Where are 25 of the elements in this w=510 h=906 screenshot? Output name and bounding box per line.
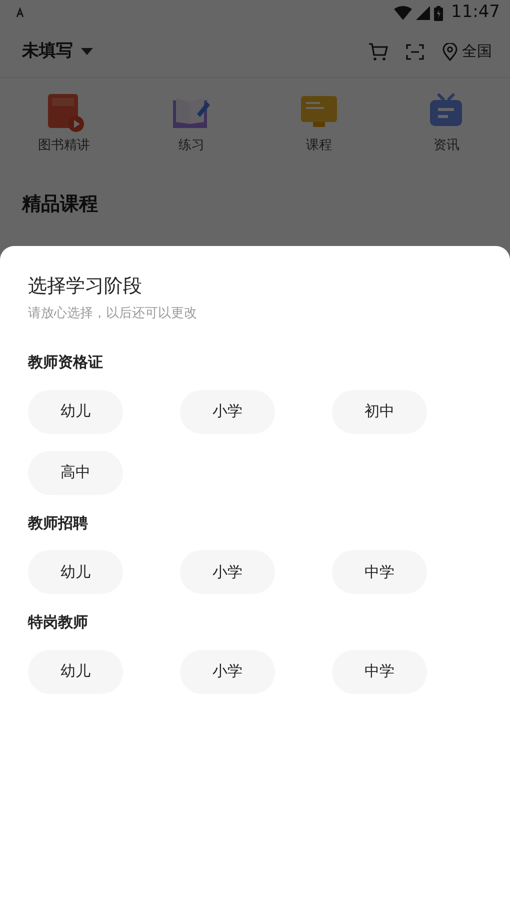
clock-time: 11:47	[451, 1, 500, 24]
stage-option-button[interactable]: 幼儿	[28, 550, 123, 594]
location-pin-icon[interactable]	[442, 42, 458, 60]
stage-option-button[interactable]: 幼儿	[28, 390, 123, 434]
stage-option-button[interactable]: 高中	[28, 450, 123, 494]
signal-icon	[416, 6, 430, 20]
group-title: 教师资格证	[28, 352, 104, 373]
stage-option-button[interactable]: 小学	[180, 650, 275, 694]
sheet-subtitle: 请放心选择，以后还可以更改	[28, 304, 198, 322]
section-title: 精品课程	[20, 192, 99, 216]
wifi-icon	[394, 6, 412, 20]
cart-icon[interactable]	[368, 42, 388, 60]
stage-option-button[interactable]: 中学	[332, 650, 427, 694]
stage-option-button[interactable]: 小学	[180, 550, 275, 594]
stage-option-button[interactable]: 中学	[332, 550, 427, 594]
stage-option-button[interactable]: 初中	[332, 390, 427, 434]
stage-option-button[interactable]: 幼儿	[28, 650, 123, 694]
battery-icon	[434, 6, 443, 20]
scan-icon[interactable]	[406, 44, 424, 60]
notification-icon	[14, 7, 26, 19]
stage-option-button[interactable]: 小学	[180, 390, 275, 434]
sheet-title: 选择学习阶段	[28, 274, 143, 299]
group-title: 教师招聘	[28, 512, 89, 534]
group-title: 特岗教师	[28, 612, 89, 633]
dropdown-caret-icon[interactable]	[81, 48, 93, 55]
